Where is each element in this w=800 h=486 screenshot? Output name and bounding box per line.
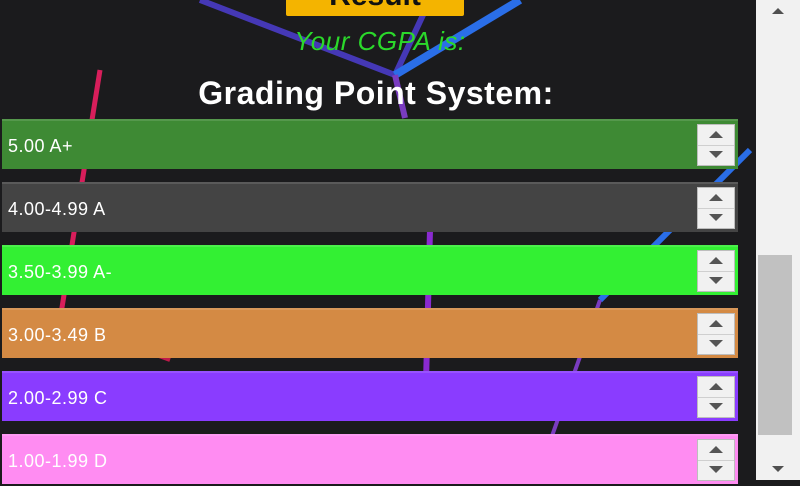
spinner-up-button[interactable] <box>698 440 734 461</box>
scroll-up-button[interactable] <box>767 4 789 20</box>
chevron-down-icon <box>709 403 723 410</box>
grade-row-a: 4.00-4.99 A <box>2 182 738 232</box>
grade-row-a-minus: 3.50-3.99 A- <box>2 245 738 295</box>
spinner-up-button[interactable] <box>698 377 734 398</box>
grade-label: 2.00-2.99 C <box>8 388 108 408</box>
chevron-up-icon <box>709 131 723 138</box>
main-content: Result Your CGPA is: Grading Point Syste… <box>0 0 760 484</box>
spinner-down-button[interactable] <box>698 397 734 417</box>
number-spinner[interactable] <box>697 187 735 229</box>
chevron-up-icon <box>772 8 784 14</box>
spinner-down-button[interactable] <box>698 460 734 480</box>
spinner-down-button[interactable] <box>698 271 734 291</box>
chevron-up-icon <box>709 320 723 327</box>
grade-label: 4.00-4.99 A <box>8 199 106 219</box>
number-spinner[interactable] <box>697 313 735 355</box>
number-spinner[interactable] <box>697 124 735 166</box>
grade-row-b: 3.00-3.49 B <box>2 308 738 358</box>
spinner-down-button[interactable] <box>698 145 734 165</box>
spinner-down-button[interactable] <box>698 334 734 354</box>
chevron-down-icon <box>709 214 723 221</box>
spinner-up-button[interactable] <box>698 125 734 146</box>
grade-label: 3.50-3.99 A- <box>8 262 113 282</box>
spinner-up-button[interactable] <box>698 188 734 209</box>
chevron-down-icon <box>709 151 723 158</box>
chevron-up-icon <box>709 257 723 264</box>
number-spinner[interactable] <box>697 439 735 481</box>
chevron-down-icon <box>709 466 723 473</box>
result-button[interactable]: Result <box>286 0 464 16</box>
cgpa-text: Your CGPA is: <box>294 26 466 56</box>
chevron-down-icon <box>709 277 723 284</box>
number-spinner[interactable] <box>697 376 735 418</box>
chevron-down-icon <box>772 466 784 472</box>
spinner-up-button[interactable] <box>698 251 734 272</box>
number-spinner[interactable] <box>697 250 735 292</box>
grade-label: 1.00-1.99 D <box>8 451 108 471</box>
grade-row-d: 1.00-1.99 D <box>2 434 738 484</box>
grade-row-c: 2.00-2.99 C <box>2 371 738 421</box>
scrollbar-thumb[interactable] <box>758 255 792 435</box>
chevron-up-icon <box>709 383 723 390</box>
chevron-up-icon <box>709 194 723 201</box>
grading-system-heading: Grading Point System: <box>198 75 554 111</box>
chevron-down-icon <box>709 340 723 347</box>
chevron-up-icon <box>709 446 723 453</box>
grade-label: 5.00 A+ <box>8 136 74 156</box>
grade-label: 3.00-3.49 B <box>8 325 107 345</box>
vertical-scrollbar[interactable] <box>756 0 800 480</box>
scroll-down-button[interactable] <box>767 462 789 478</box>
grade-row-a-plus: 5.00 A+ <box>2 119 738 169</box>
spinner-down-button[interactable] <box>698 208 734 228</box>
spinner-up-button[interactable] <box>698 314 734 335</box>
